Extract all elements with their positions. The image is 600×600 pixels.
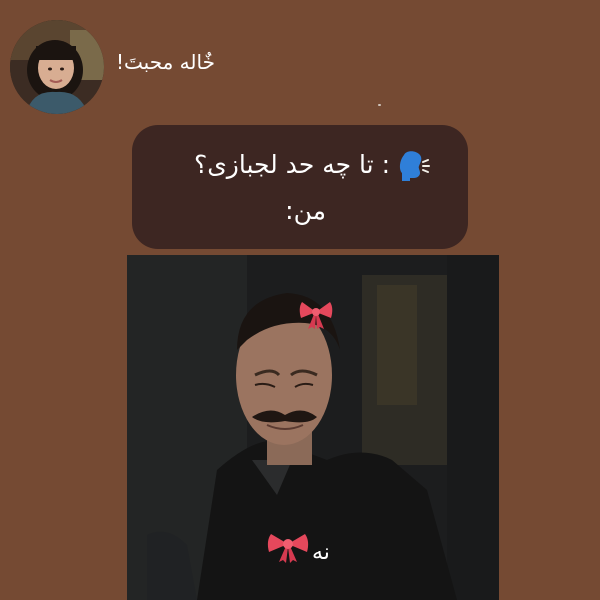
- message-bubble: : تا چه حد لجبازی؟ من:: [132, 125, 468, 249]
- answer-label: من:: [285, 196, 326, 225]
- dot-mark: [378, 104, 381, 106]
- avatar[interactable]: [10, 20, 104, 114]
- question-text: : تا چه حد لجبازی؟: [193, 150, 390, 179]
- caption-text: نه: [312, 540, 330, 565]
- question-line: : تا چه حد لجبازی؟: [194, 148, 430, 182]
- speaking-head-icon: [399, 151, 430, 181]
- ribbon-bow-icon: [267, 534, 309, 563]
- ribbon-bow-icon: [299, 302, 333, 329]
- username[interactable]: خٌاله محبتَ!: [116, 49, 215, 75]
